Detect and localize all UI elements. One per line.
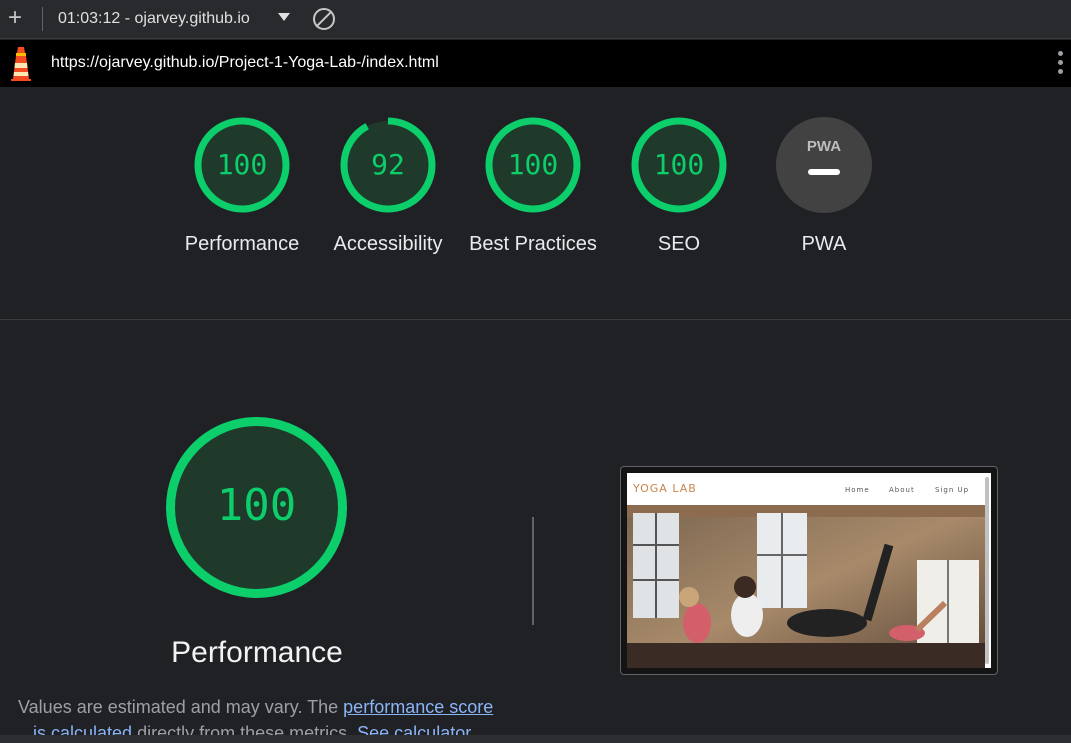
- report-url[interactable]: https://ojarvey.github.io/Project-1-Yoga…: [51, 54, 439, 72]
- gauge-performance[interactable]: 100 Performance: [177, 117, 307, 259]
- more-options-icon[interactable]: [1058, 51, 1064, 77]
- site-nav-home: Home: [845, 486, 870, 494]
- report-url-bar: https://ojarvey.github.io/Project-1-Yoga…: [0, 40, 1071, 87]
- gauge-pwa[interactable]: PWA PWA: [759, 117, 889, 259]
- pwa-badge-text: PWA: [807, 138, 841, 155]
- note-text: Values are estimated and may vary. The: [18, 697, 344, 717]
- performance-score: 100: [217, 480, 296, 531]
- gauge-ring: 100: [194, 117, 290, 213]
- gauge-ring: 92: [340, 117, 436, 213]
- performance-gauge-large: 100: [166, 417, 347, 598]
- pwa-badge-icon: PWA: [776, 117, 872, 213]
- gauge-label: Accessibility: [333, 233, 443, 255]
- clear-icon[interactable]: [313, 8, 335, 30]
- screenshot-scrollbar: [985, 477, 989, 664]
- site-nav-signup: Sign Up: [935, 486, 970, 494]
- performance-title: Performance: [171, 636, 343, 669]
- category-gauges: 100 Performance 92 Accessibility 100 Bes…: [0, 88, 1071, 320]
- site-navbar: YOGA LAB Home About Sign Up: [627, 473, 985, 505]
- gauge-score: 100: [508, 148, 559, 181]
- horizontal-scrollbar[interactable]: [0, 735, 1071, 743]
- gauge-label: Best Practices: [469, 233, 597, 255]
- gauge-ring: 100: [631, 117, 727, 213]
- gauge-label: SEO: [657, 233, 701, 255]
- lighthouse-logo-icon: [11, 47, 31, 81]
- new-report-plus-icon[interactable]: +: [4, 6, 26, 30]
- devtools-toolbar: + 01:03:12 - ojarvey.github.io: [0, 0, 1071, 39]
- gauge-best-practices[interactable]: 100 Best Practices: [468, 117, 598, 259]
- gauge-label: PWA: [801, 233, 847, 255]
- report-session-select[interactable]: 01:03:12 - ojarvey.github.io: [58, 10, 250, 28]
- gauge-seo[interactable]: 100 SEO: [614, 117, 744, 259]
- gauge-ring: 100: [485, 117, 581, 213]
- gauge-accessibility[interactable]: 92 Accessibility: [323, 117, 453, 259]
- final-screenshot[interactable]: YOGA LAB Home About Sign Up: [620, 466, 998, 675]
- chevron-down-icon[interactable]: [278, 13, 290, 21]
- gauge-score: 92: [371, 148, 405, 181]
- hero-image: [627, 505, 985, 668]
- screenshot-page: YOGA LAB Home About Sign Up: [627, 473, 991, 668]
- site-nav-about: About: [889, 486, 915, 494]
- toolbar-divider: [42, 7, 43, 31]
- site-logo: YOGA LAB: [633, 482, 697, 495]
- gauge-score: 100: [654, 148, 705, 181]
- gauge-score: 100: [217, 148, 268, 181]
- section-divider: [532, 517, 534, 625]
- gauge-label: Performance: [184, 233, 300, 255]
- performance-score-link[interactable]: performance score: [343, 697, 493, 717]
